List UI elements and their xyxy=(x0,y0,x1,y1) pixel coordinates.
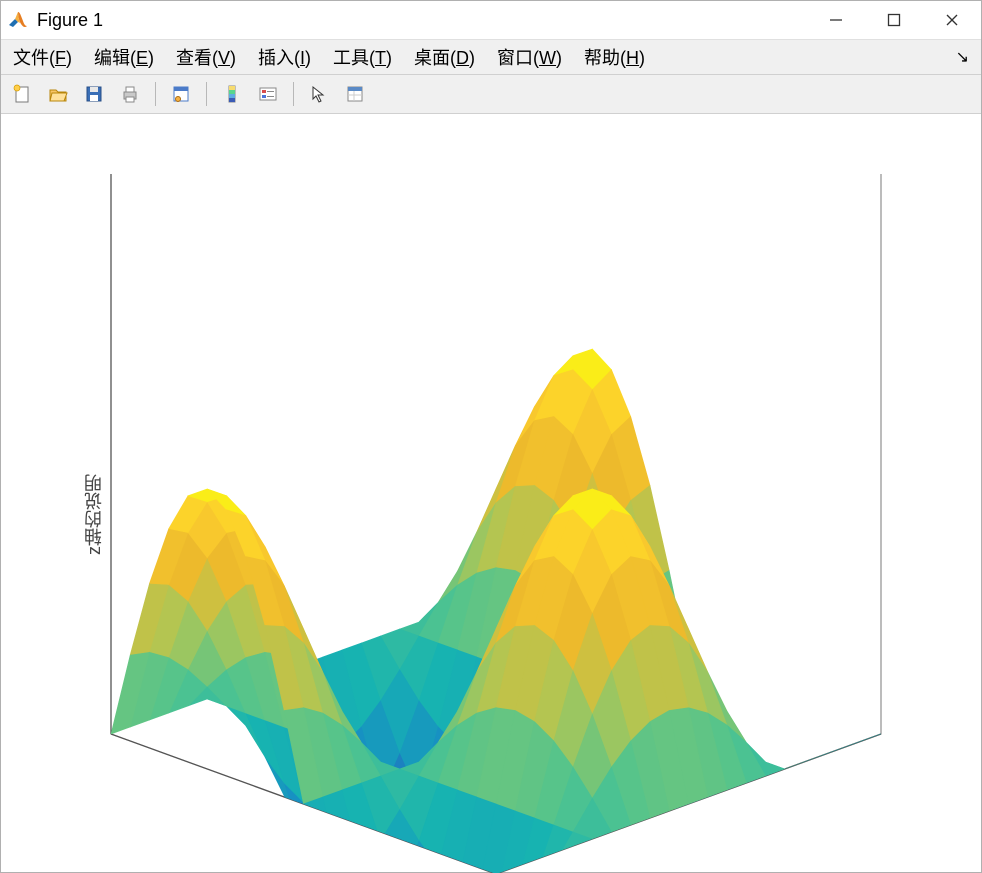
insert-colorbar-icon[interactable] xyxy=(217,79,247,109)
figure-canvas[interactable]: z轴的说明 y轴的说明 x轴的说明 xyxy=(1,114,981,872)
new-figure-icon[interactable] xyxy=(7,79,37,109)
insert-legend-icon[interactable] xyxy=(253,79,283,109)
link-plot-icon[interactable] xyxy=(166,79,196,109)
property-inspector-icon[interactable] xyxy=(340,79,370,109)
menu-file[interactable]: 文件(F) xyxy=(7,40,78,74)
menu-window[interactable]: 窗口(W) xyxy=(491,40,568,74)
minimize-button[interactable] xyxy=(807,1,865,39)
maximize-button[interactable] xyxy=(865,1,923,39)
toolbar-separator xyxy=(293,82,294,106)
figure-window: Figure 1 文件(F) 编辑(E) 查看(V) 插入(I) 工具(T) 桌… xyxy=(0,0,982,873)
window-title: Figure 1 xyxy=(37,10,103,31)
dock-arrow-icon[interactable]: ↘ xyxy=(956,47,975,67)
titlebar: Figure 1 xyxy=(1,1,981,40)
menu-view[interactable]: 查看(V) xyxy=(170,40,242,74)
menu-edit[interactable]: 编辑(E) xyxy=(88,40,160,74)
toolbar-separator xyxy=(206,82,207,106)
z-axis-label: z轴的说明 xyxy=(81,474,107,555)
save-icon[interactable] xyxy=(79,79,109,109)
close-button[interactable] xyxy=(923,1,981,39)
matlab-icon xyxy=(7,9,29,31)
toolbar-separator xyxy=(155,82,156,106)
menu-help[interactable]: 帮助(H) xyxy=(578,40,651,74)
edit-plot-cursor-icon[interactable] xyxy=(304,79,334,109)
menu-tools[interactable]: 工具(T) xyxy=(327,40,398,74)
print-icon[interactable] xyxy=(115,79,145,109)
open-file-icon[interactable] xyxy=(43,79,73,109)
menu-insert[interactable]: 插入(I) xyxy=(252,40,317,74)
toolbar xyxy=(1,75,981,114)
surface-plot[interactable] xyxy=(1,114,981,873)
menubar: 文件(F) 编辑(E) 查看(V) 插入(I) 工具(T) 桌面(D) 窗口(W… xyxy=(1,40,981,75)
menu-desktop[interactable]: 桌面(D) xyxy=(408,40,481,74)
